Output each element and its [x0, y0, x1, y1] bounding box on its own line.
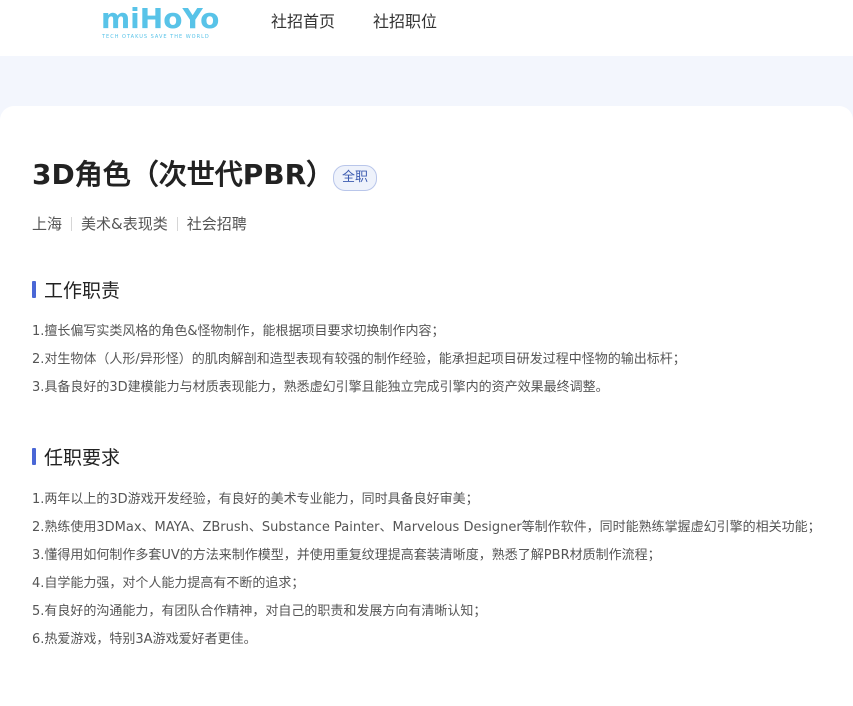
mihoyo-logo[interactable]: miHoYo TECH OTAKUS SAVE THE WORLD — [101, 2, 220, 44]
top-header: miHoYo TECH OTAKUS SAVE THE WORLD 社招首页 社… — [0, 0, 853, 56]
section-title-text: 任职要求 — [44, 447, 121, 469]
meta-divider — [71, 217, 73, 231]
list-item: 2.对生物体（人形/异形怪）的肌肉解剖和造型表现有较强的制作经验，能承担起项目研… — [32, 352, 686, 367]
job-recruit-type: 社会招聘 — [186, 215, 247, 233]
responsibilities-list: 1.擅长偏写实类风格的角色&怪物制作，能根据项目要求切换制作内容； 2.对生物体… — [32, 318, 822, 402]
list-item: 6.热爱游戏，特别3A游戏爱好者更佳。 — [32, 632, 257, 647]
list-item: 2.熟练使用3DMax、MAYA、ZBrush、Substance Painte… — [32, 520, 821, 535]
list-item: 1.擅长偏写实类风格的角色&怪物制作，能根据项目要求切换制作内容； — [32, 324, 445, 339]
logo-slogan: TECH OTAKUS SAVE THE WORLD — [102, 34, 210, 40]
list-item: 4.自学能力强，对个人能力提高有不断的追求； — [32, 576, 305, 591]
list-item: 5.有良好的沟通能力，有团队合作精神，对自己的职责和发展方向有清晰认知； — [32, 604, 487, 619]
list-item: 3.具备良好的3D建模能力与材质表现能力，熟悉虚幻引擎且能独立完成引擎内的资产效… — [32, 380, 609, 395]
job-type-badge: 全职 — [333, 165, 378, 191]
section-title-responsibilities: 工作职责 — [32, 278, 120, 304]
job-location: 上海 — [32, 215, 63, 233]
logo-wordmark: miHoYo — [101, 2, 220, 35]
job-title: 3D角色（次世代PBR） — [32, 158, 335, 191]
job-meta: 上海 美术&表现类 社会招聘 — [32, 213, 247, 235]
nav-social-home[interactable]: 社招首页 — [271, 11, 335, 33]
job-category: 美术&表现类 — [81, 215, 168, 233]
requirements-list: 1.两年以上的3D游戏开发经验，有良好的美术专业能力，同时具备良好审美； 2.熟… — [32, 486, 822, 654]
section-accent-bar — [32, 448, 36, 465]
list-item: 1.两年以上的3D游戏开发经验，有良好的美术专业能力，同时具备良好审美； — [32, 492, 479, 507]
nav-social-jobs[interactable]: 社招职位 — [373, 11, 437, 33]
section-title-requirements: 任职要求 — [32, 445, 120, 471]
section-accent-bar — [32, 281, 36, 298]
section-title-text: 工作职责 — [44, 280, 121, 302]
list-item: 3.懂得用如何制作多套UV的方法来制作模型，并使用重复纹理提高套装清晰度，熟悉了… — [32, 548, 661, 563]
meta-divider — [176, 217, 178, 231]
